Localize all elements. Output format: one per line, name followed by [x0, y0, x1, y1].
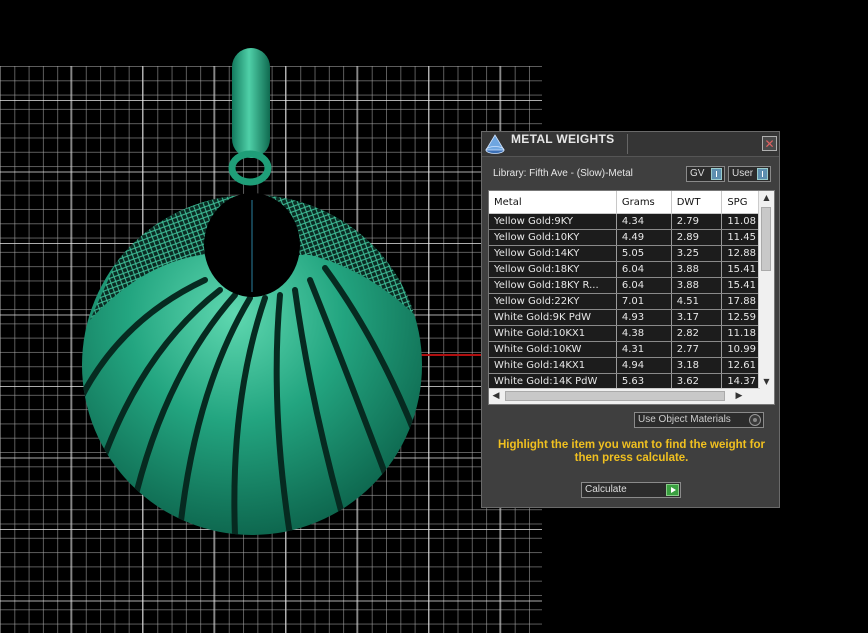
column-header-metal[interactable]: Metal: [489, 191, 617, 214]
scroll-left-icon[interactable]: ◀: [489, 389, 503, 404]
cell-dwt: 2.79: [671, 213, 723, 230]
table-row[interactable]: White Gold:14KX1 4.94 3.18 12.61: [489, 357, 774, 374]
cell-grams: 5.05: [616, 245, 672, 262]
cell-dwt: 3.17: [671, 309, 723, 326]
pendant-model[interactable]: [70, 40, 430, 540]
title-divider: [627, 134, 628, 154]
cell-dwt: 3.88: [671, 261, 723, 278]
metal-table[interactable]: Metal Grams DWT SPG Yellow Gold:9KY 4.34 2…: [488, 190, 775, 405]
vertical-scrollbar[interactable]: ▲ ▼: [758, 191, 774, 389]
cell-grams: 4.94: [616, 357, 672, 374]
cell-grams: 7.01: [616, 293, 672, 310]
cell-dwt: 4.51: [671, 293, 723, 310]
bail-shape: [232, 48, 270, 158]
cell-grams: 6.04: [616, 277, 672, 294]
cell-metal: Yellow Gold:14KY: [489, 245, 617, 262]
gv-toggle[interactable]: GV: [686, 166, 725, 182]
cell-metal: White Gold:9K PdW: [489, 309, 617, 326]
cell-grams: 4.49: [616, 229, 672, 246]
cell-metal: White Gold:10KX1: [489, 325, 617, 342]
toggle-knob-icon: [757, 168, 768, 180]
cell-dwt: 3.18: [671, 357, 723, 374]
cell-metal: Yellow Gold:22KY: [489, 293, 617, 310]
calculate-button[interactable]: Calculate: [581, 482, 681, 498]
use-object-materials-label: Use Object Materials: [638, 414, 731, 425]
toggle-knob-icon: [711, 168, 722, 180]
cell-dwt: 2.82: [671, 325, 723, 342]
table-row[interactable]: White Gold:10KW 4.31 2.77 10.99: [489, 341, 774, 358]
scrollbar-corner: [759, 389, 774, 404]
cell-grams: 4.34: [616, 213, 672, 230]
jump-ring-shape: [228, 150, 272, 186]
scroll-up-icon[interactable]: ▲: [759, 191, 774, 205]
cell-metal: Yellow Gold:18KY: [489, 261, 617, 278]
metal-weights-dialog: METAL WEIGHTS ✕ Library: Fifth Ave - (Sl…: [481, 131, 780, 508]
horizontal-scrollbar[interactable]: ◀ ▶: [489, 388, 760, 404]
cell-dwt: 3.25: [671, 245, 723, 262]
user-toggle-label: User: [732, 168, 754, 179]
calculate-label: Calculate: [585, 484, 627, 495]
horizontal-scroll-thumb[interactable]: [505, 391, 725, 401]
user-toggle[interactable]: User: [728, 166, 771, 182]
table-header-row: Metal Grams DWT SPG: [489, 191, 774, 214]
table-row[interactable]: Yellow Gold:14KY 5.05 3.25 12.88: [489, 245, 774, 262]
dialog-title: METAL WEIGHTS: [511, 132, 615, 146]
gv-toggle-label: GV: [690, 168, 705, 179]
cell-metal: Yellow Gold:10KY: [489, 229, 617, 246]
cell-grams: 4.93: [616, 309, 672, 326]
table-row[interactable]: Yellow Gold:10KY 4.49 2.89 11.45: [489, 229, 774, 246]
vertical-scroll-thumb[interactable]: [761, 207, 771, 271]
close-icon[interactable]: ✕: [762, 136, 777, 151]
cell-metal: White Gold:10KW: [489, 341, 617, 358]
table-row[interactable]: White Gold:10KX1 4.38 2.82 11.18: [489, 325, 774, 342]
column-header-grams[interactable]: Grams: [616, 191, 672, 214]
play-arrow-icon: [666, 484, 679, 496]
instruction-text: Highlight the item you want to find the …: [497, 439, 766, 464]
cell-metal: Yellow Gold:18KY R...: [489, 277, 617, 294]
table-row[interactable]: White Gold:9K PdW 4.93 3.17 12.59: [489, 309, 774, 326]
cell-grams: 4.38: [616, 325, 672, 342]
cell-metal: Yellow Gold:9KY: [489, 213, 617, 230]
radio-icon: [749, 414, 761, 426]
cell-metal: White Gold:14KX1: [489, 357, 617, 374]
use-object-materials-option[interactable]: Use Object Materials: [634, 412, 764, 428]
column-header-dwt[interactable]: DWT: [671, 191, 723, 214]
cell-dwt: 3.88: [671, 277, 723, 294]
dialog-titlebar[interactable]: METAL WEIGHTS ✕: [482, 132, 779, 157]
table-row[interactable]: Yellow Gold:18KY 6.04 3.88 15.41: [489, 261, 774, 278]
scroll-right-icon[interactable]: ▶: [732, 389, 746, 404]
cell-dwt: 2.77: [671, 341, 723, 358]
cell-dwt: 2.89: [671, 229, 723, 246]
table-row[interactable]: Yellow Gold:22KY 7.01 4.51 17.88: [489, 293, 774, 310]
cell-grams: 6.04: [616, 261, 672, 278]
library-label: Library: Fifth Ave - (Slow)-Metal: [493, 168, 633, 179]
table-row[interactable]: Yellow Gold:9KY 4.34 2.79 11.08: [489, 213, 774, 230]
table-row[interactable]: Yellow Gold:18KY R... 6.04 3.88 15.41: [489, 277, 774, 294]
cell-grams: 4.31: [616, 341, 672, 358]
cone-shape-icon: [485, 134, 505, 154]
scroll-down-icon[interactable]: ▼: [759, 375, 774, 389]
